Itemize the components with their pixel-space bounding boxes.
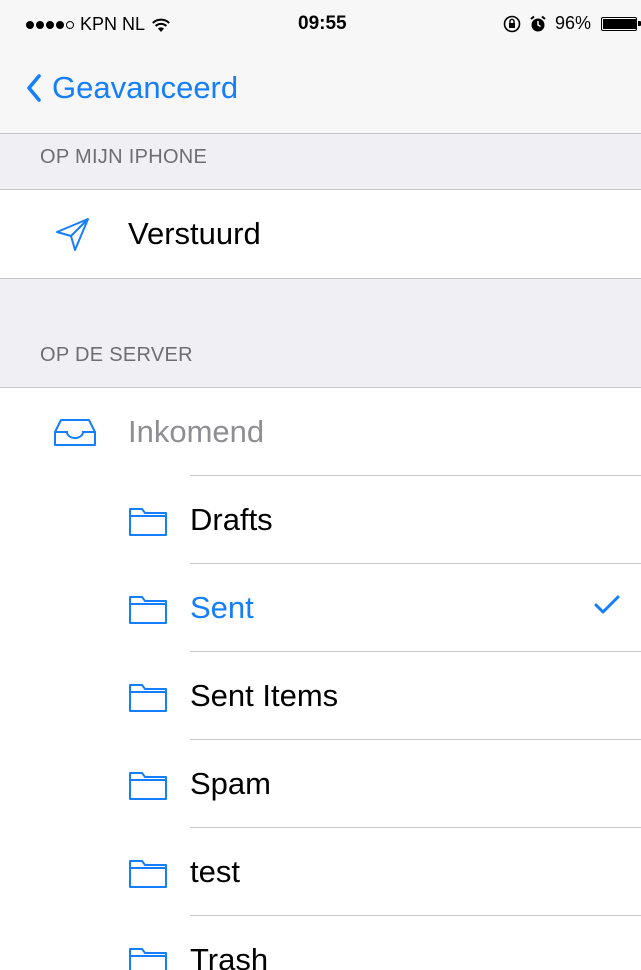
on-iphone-group: Verstuurd xyxy=(0,189,641,279)
folder-row-trash[interactable]: Trash xyxy=(0,916,641,970)
folder-row-sent[interactable]: Sent xyxy=(0,564,641,652)
folder-label: Sent xyxy=(190,590,254,625)
folder-label: Drafts xyxy=(190,502,273,537)
on-server-group: Inkomend Drafts Sent Sent Items Spam tes… xyxy=(0,387,641,970)
battery-icon xyxy=(601,16,641,31)
folder-row-verstuurd[interactable]: Verstuurd xyxy=(0,190,641,278)
folder-row-spam[interactable]: Spam xyxy=(0,740,641,828)
folder-label: Sent Items xyxy=(190,678,339,713)
inbox-tray-icon xyxy=(52,416,98,448)
back-button[interactable]: Geavanceerd xyxy=(26,70,238,106)
back-button-label: Geavanceerd xyxy=(52,70,239,105)
carrier-name: KPN NL xyxy=(80,14,146,34)
paper-plane-icon xyxy=(54,214,94,254)
folder-icon xyxy=(128,505,168,537)
status-bar: KPN NL 09:55 96% xyxy=(0,0,641,48)
mail-folder-picker-screen: KPN NL 09:55 96% Geavanceerd OP MIJN IPH… xyxy=(0,0,641,970)
folder-icon xyxy=(128,593,168,625)
signal-strength-icon xyxy=(26,20,74,29)
folder-icon xyxy=(128,857,168,889)
folder-label: Trash xyxy=(190,942,269,970)
navigation-bar: Geavanceerd xyxy=(0,48,641,134)
section-header-on-server: OP DE SERVER xyxy=(40,344,193,366)
folder-label: test xyxy=(190,854,240,889)
chevron-left-icon xyxy=(27,74,41,102)
wifi-icon xyxy=(152,18,170,32)
rotation-lock-icon xyxy=(503,15,521,32)
carrier-area: KPN NL xyxy=(26,14,171,35)
folder-icon xyxy=(128,945,168,970)
clock: 09:55 xyxy=(298,13,347,34)
checkmark-icon xyxy=(593,593,621,622)
battery-percentage: 96% xyxy=(554,13,591,33)
folder-row-inkomend: Inkomend xyxy=(0,388,641,476)
folder-row-test[interactable]: test xyxy=(0,828,641,916)
alarm-icon xyxy=(530,15,546,31)
folder-label: Inkomend xyxy=(128,414,265,449)
folder-label: Spam xyxy=(190,766,271,801)
folder-icon xyxy=(128,769,168,801)
folder-icon xyxy=(128,681,168,713)
status-indicators: 96% xyxy=(503,13,641,34)
section-header-on-iphone: OP MIJN IPHONE xyxy=(40,146,208,168)
folder-row-drafts[interactable]: Drafts xyxy=(0,476,641,564)
folder-label: Verstuurd xyxy=(128,216,261,251)
folder-row-sent-items[interactable]: Sent Items xyxy=(0,652,641,740)
